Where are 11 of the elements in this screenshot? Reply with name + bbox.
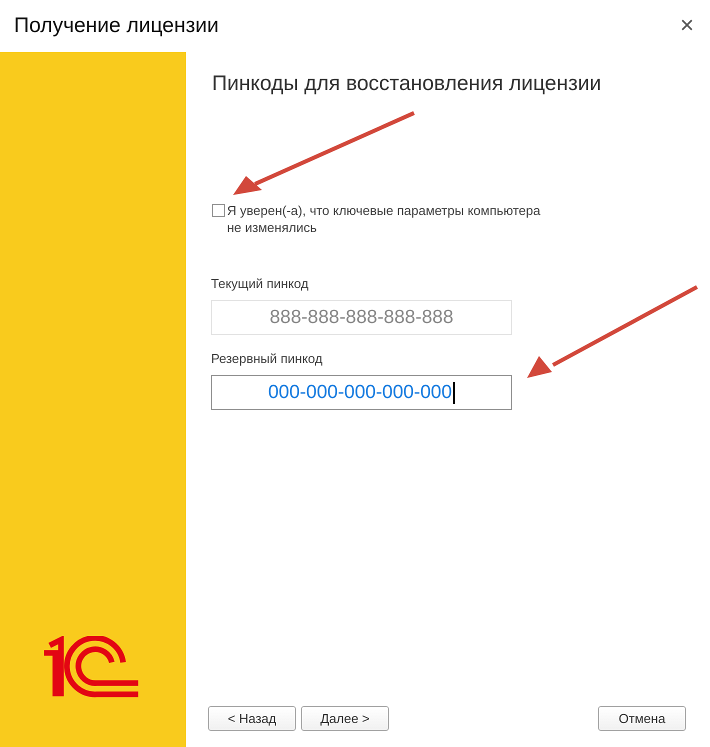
field-label: Резервный пинкод xyxy=(211,351,324,366)
pin-field[interactable]: 000-000-000-000-000 xyxy=(211,375,512,410)
checkbox-label: Я уверен(-а), что ключевые параметры компьютера не изменялись xyxy=(227,202,542,236)
next-button[interactable]: Далее > xyxy=(301,706,389,731)
window-title: Получение лицензии xyxy=(14,14,219,38)
back-button[interactable]: < Назад xyxy=(208,706,296,731)
page-heading: Пинкоды для восстановления лицензии xyxy=(212,72,602,96)
field-label: Текущий пинкод xyxy=(211,276,310,291)
cancel-button[interactable]: Отмена xyxy=(598,706,686,731)
close-button[interactable]: × xyxy=(678,14,696,38)
checkbox[interactable] xyxy=(212,204,225,217)
